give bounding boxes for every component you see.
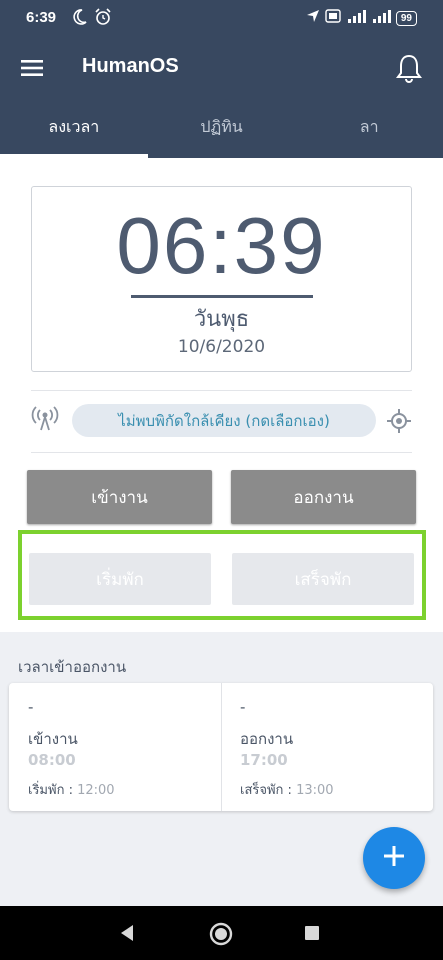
tab-calendar[interactable]: ปฏิทิน [148, 100, 296, 158]
clock-underline [131, 295, 313, 298]
recent-apps-square-icon[interactable] [305, 926, 319, 940]
check-out-scheduled-time: 17:00 [240, 751, 288, 769]
check-in-button[interactable]: เข้างาน [27, 470, 212, 524]
check-out-column: - ออกงาน 17:00 เสร็จพัก : 13:00 [221, 683, 433, 811]
tab-leave[interactable]: ลา [295, 100, 443, 158]
check-out-button[interactable]: ออกงาน [231, 470, 416, 524]
tab-clock-in[interactable]: ลงเวลา [0, 100, 148, 158]
hamburger-menu-icon[interactable] [14, 50, 50, 86]
do-not-disturb-moon-icon [72, 8, 88, 31]
break-start-button[interactable]: เริ่มพัก [29, 553, 211, 605]
check-out-label: ออกงาน [240, 730, 294, 748]
status-right-icons: 99 [306, 9, 417, 28]
home-circle-icon[interactable] [208, 921, 234, 951]
clock-time: 06:39 [116, 201, 327, 290]
status-left-icons [72, 8, 112, 31]
add-fab-button[interactable] [363, 827, 425, 889]
location-select-button[interactable]: ไม่พบพิกัดใกล้เคียง (กดเลือกเอง) [72, 404, 376, 437]
break-end-time: 13:00 [296, 783, 334, 798]
alarm-clock-icon [94, 8, 112, 31]
clock-date: 10/6/2020 [177, 337, 266, 357]
check-out-actual: - [240, 698, 246, 716]
system-nav-bar [0, 906, 443, 960]
check-in-column: - เข้างาน 08:00 เริ่มพัก : 12:00 [9, 683, 221, 811]
check-in-label: เข้างาน [28, 730, 78, 748]
clock-card: 06:39 วันพุธ 10/6/2020 [31, 186, 412, 372]
clock-day: วันพุธ [193, 307, 250, 332]
check-in-actual: - [28, 698, 34, 716]
clock-in-panel: 06:39 วันพุธ 10/6/2020 ไม่พบพิกัดใกล้เคี… [0, 158, 443, 632]
antenna-signal-icon [31, 404, 59, 432]
plus-icon [382, 844, 406, 872]
check-in-scheduled-time: 08:00 [28, 751, 76, 769]
break-start-info: เริ่มพัก : 12:00 [28, 779, 115, 800]
app-title: HumanOS [82, 55, 179, 77]
app-bar: HumanOS [0, 36, 443, 100]
location-arrow-icon [306, 9, 320, 28]
break-start-label: เริ่มพัก : [28, 783, 73, 798]
break-end-label: เสร็จพัก : [240, 783, 292, 798]
notification-bell-icon[interactable] [389, 48, 429, 88]
gps-target-icon[interactable] [386, 408, 412, 434]
work-hours-card: - เข้างาน 08:00 เริ่มพัก : 12:00 - ออกงา… [9, 683, 433, 811]
work-hours-title: เวลาเข้าออกงาน [18, 658, 127, 676]
divider [31, 390, 412, 391]
break-end-info: เสร็จพัก : 13:00 [240, 779, 334, 800]
signal-icon [371, 9, 391, 28]
tab-bar: ลงเวลา ปฏิทิน ลา [0, 100, 443, 158]
back-triangle-icon[interactable] [118, 923, 136, 947]
battery-level: 99 [395, 11, 417, 26]
break-end-button[interactable]: เสร็จพัก [232, 553, 414, 605]
status-bar: 6:39 99 [0, 0, 443, 36]
status-time: 6:39 [26, 9, 57, 26]
break-start-time: 12:00 [77, 783, 115, 798]
divider [31, 452, 412, 453]
signal-4g-icon [346, 9, 366, 28]
volte-icon [325, 9, 341, 28]
